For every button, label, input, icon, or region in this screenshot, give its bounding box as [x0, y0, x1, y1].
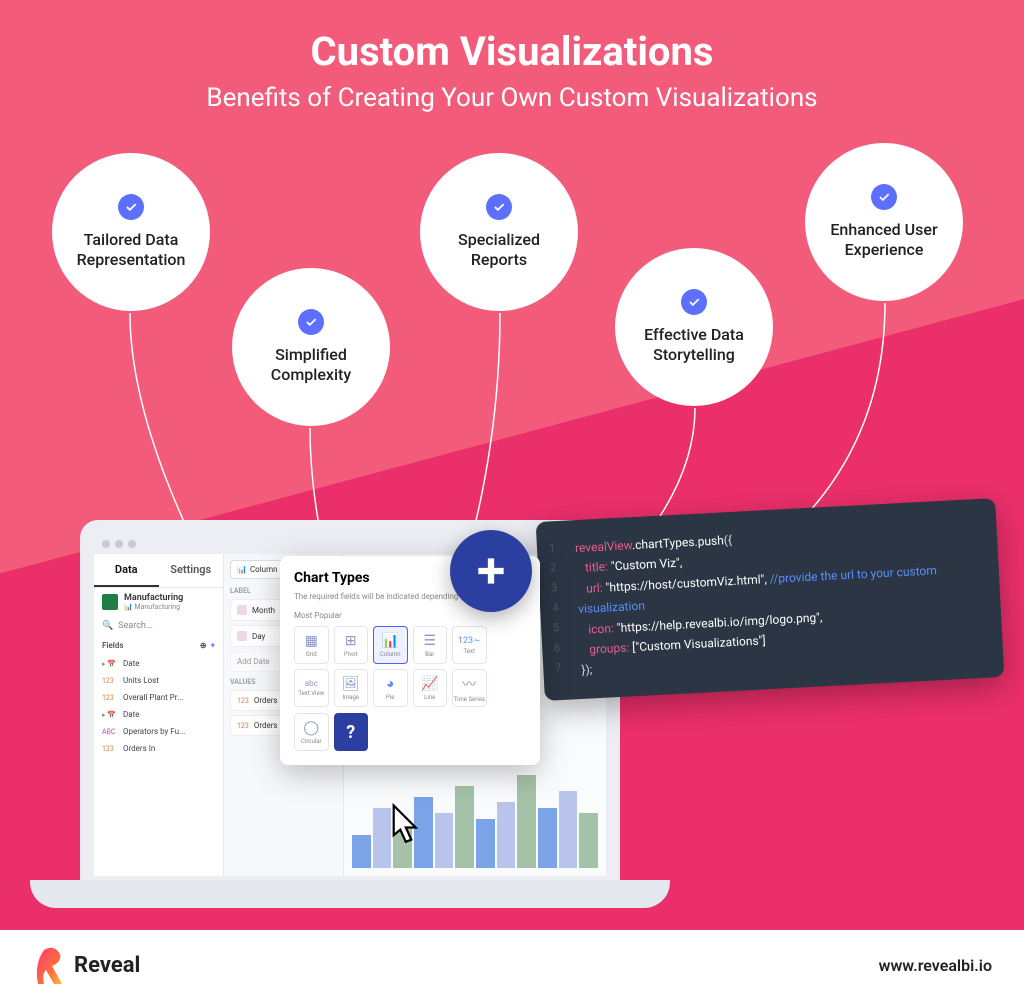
bubble-storytelling: Effective Data Storytelling [615, 248, 773, 406]
chart-textview[interactable]: abcText View [294, 669, 329, 707]
field-operators[interactable]: ABCOperators by Fu... [94, 723, 223, 740]
field-units[interactable]: 123Units Lost [94, 672, 223, 689]
chart-timeseries[interactable]: 〰Time Series [452, 669, 487, 707]
chart-custom[interactable]: ? [334, 713, 369, 751]
plus-icon[interactable]: + [211, 641, 215, 650]
chart-pie[interactable]: ◕Pie [373, 669, 408, 707]
footer: Reveal www.revealbi.io [0, 930, 1024, 1000]
excel-icon [102, 594, 118, 610]
check-icon [681, 289, 707, 315]
search-icon: 🔍 [102, 621, 113, 631]
cursor-icon [380, 800, 425, 859]
search-input[interactable]: 🔍Search... [94, 616, 223, 636]
code-snippet: 1234567 revealView.chartTypes.push({ tit… [536, 498, 1005, 701]
field-date2[interactable]: ▸ 📅Date [94, 706, 223, 723]
chart-grid[interactable]: ▦Grid [294, 626, 329, 664]
chart-line[interactable]: 📈Line [413, 669, 448, 707]
brand-logo: Reveal [32, 944, 140, 986]
check-icon [871, 184, 897, 210]
page-title: Custom Visualizations [0, 0, 1024, 75]
check-icon [486, 194, 512, 220]
bubble-specialized: Specialized Reports [420, 153, 578, 311]
column-icon: 📊 [237, 565, 247, 574]
check-icon [298, 309, 324, 335]
chart-text[interactable]: 123∼Text [452, 626, 487, 664]
tab-settings[interactable]: Settings [159, 554, 224, 587]
tab-data[interactable]: Data [94, 554, 159, 587]
check-icon [118, 194, 144, 220]
field-date[interactable]: ▸ 📅Date [94, 655, 223, 672]
globe-icon[interactable]: ⊕ [200, 641, 207, 650]
chart-column[interactable]: 📊Column [373, 626, 408, 664]
field-orders[interactable]: 123Orders In [94, 740, 223, 757]
footer-url: www.revealbi.io [879, 956, 992, 975]
bubble-experience: Enhanced User Experience [805, 143, 963, 301]
add-button[interactable] [450, 530, 532, 612]
bubble-simplified: Simplified Complexity [232, 268, 390, 426]
field-plant[interactable]: 123Overall Plant Pr... [94, 689, 223, 706]
chart-circular[interactable]: ◯Circular [294, 713, 329, 751]
chart-pivot[interactable]: ⊞Pivot [334, 626, 369, 664]
chart-bar[interactable]: ☰Bar [413, 626, 448, 664]
benefits-bubbles: Tailored Data Representation Simplified … [0, 113, 1024, 493]
chart-image[interactable]: 🖼Image [334, 669, 369, 707]
page-subtitle: Benefits of Creating Your Own Custom Vis… [0, 83, 1024, 113]
window-dots [94, 534, 606, 554]
bubble-tailored: Tailored Data Representation [52, 153, 210, 311]
